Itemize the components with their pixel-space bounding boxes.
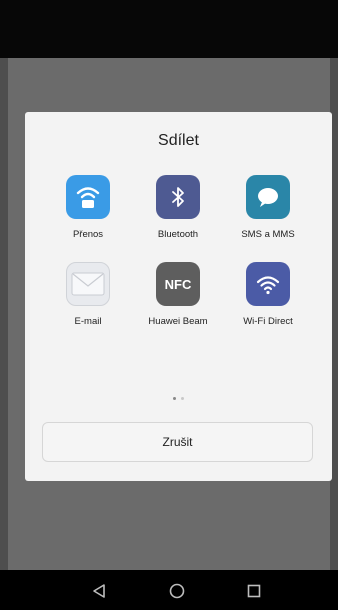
- page-dot: [181, 397, 184, 400]
- share-target-prenos[interactable]: Přenos: [44, 175, 132, 240]
- share-target-huawei-beam[interactable]: NFC Huawei Beam: [134, 262, 222, 327]
- share-target-label: Přenos: [72, 229, 104, 240]
- bluetooth-icon: [156, 175, 200, 219]
- share-target-label: SMS a MMS: [241, 229, 295, 240]
- share-target-label: Wi-Fi Direct: [243, 316, 293, 327]
- navigation-bar: [0, 570, 338, 610]
- wifi-icon: [246, 262, 290, 306]
- nfc-icon: NFC: [156, 262, 200, 306]
- recents-icon[interactable]: [245, 582, 263, 600]
- back-icon[interactable]: [90, 582, 108, 600]
- cancel-button[interactable]: Zrušit: [42, 422, 313, 462]
- home-icon[interactable]: [168, 582, 186, 600]
- share-target-label: E-mail: [74, 316, 102, 327]
- background-edge-left: [0, 58, 8, 570]
- share-target-email[interactable]: E-mail: [44, 262, 132, 327]
- share-target-wifi-direct[interactable]: Wi-Fi Direct: [224, 262, 312, 327]
- page-dot-active: [173, 397, 176, 400]
- share-target-sms-mms[interactable]: SMS a MMS: [224, 175, 312, 240]
- share-target-label: Huawei Beam: [148, 316, 208, 327]
- envelope-icon: [66, 262, 110, 306]
- svg-text:NFC: NFC: [165, 277, 192, 292]
- message-bubble-icon: [246, 175, 290, 219]
- share-dialog: Sdílet Přenos Bluetooth SMS a MMS E-mail…: [25, 112, 332, 481]
- page-indicator: [25, 396, 332, 402]
- share-target-label: Bluetooth: [157, 229, 199, 240]
- status-bar: [0, 0, 338, 58]
- share-target-bluetooth[interactable]: Bluetooth: [134, 175, 222, 240]
- wifi-transfer-icon: [66, 175, 110, 219]
- dialog-title: Sdílet: [158, 132, 199, 149]
